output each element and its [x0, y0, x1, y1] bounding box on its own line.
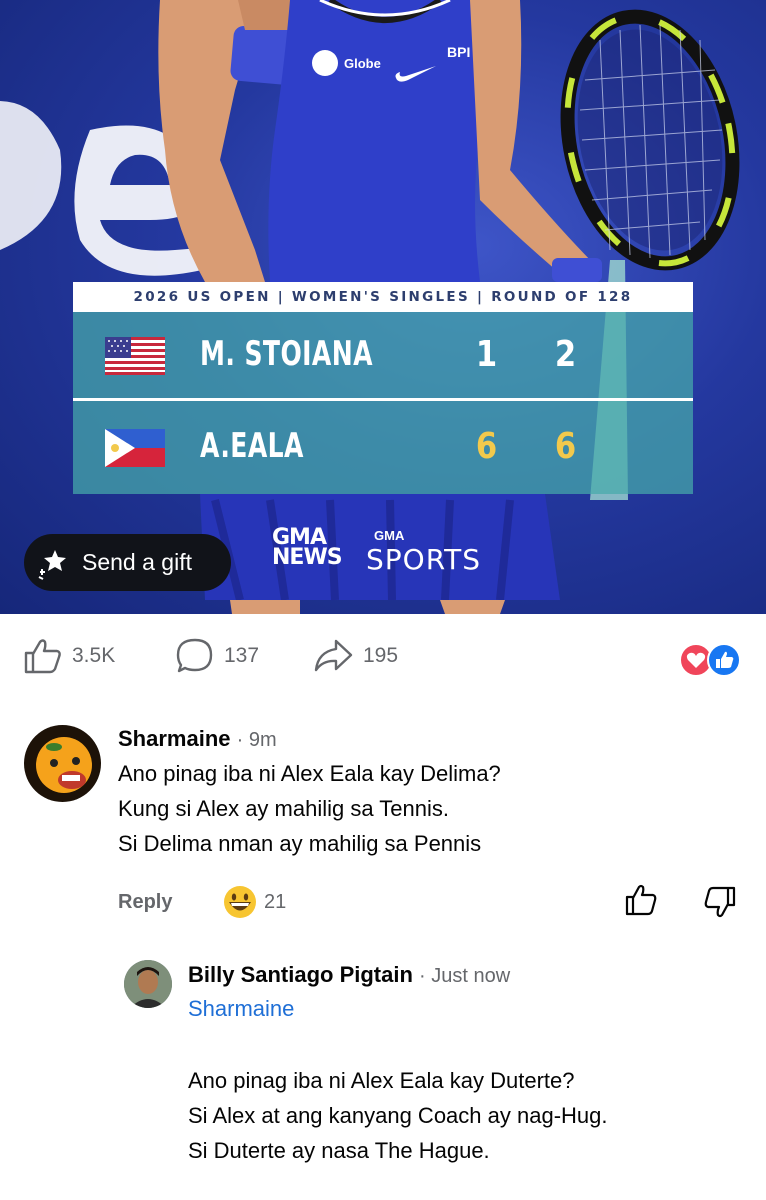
avatar-image [36, 737, 92, 793]
comment-line: Ano pinag iba ni Alex Eala kay Delima? [118, 761, 501, 786]
scoreboard-body [73, 312, 693, 494]
comment-button[interactable]: 137 [176, 638, 259, 674]
avatar[interactable] [124, 960, 172, 1008]
comment-author[interactable]: Billy Santiago Pigtain · Just now [188, 962, 510, 988]
comment-time: · 9m [236, 729, 277, 751]
nike-swoosh-icon [395, 66, 436, 82]
philippines-flag-icon [105, 429, 165, 467]
scoreboard: 2026 US OPEN | WOMEN'S SINGLES | ROUND O… [73, 282, 693, 494]
avatar[interactable] [24, 725, 101, 802]
downvote-thumb-icon[interactable] [704, 886, 736, 918]
thumbs-up-icon [24, 639, 61, 674]
comment-line: Ano pinag iba ni Alex Eala kay Duterte? [188, 1068, 575, 1093]
share-arrow-icon [314, 639, 353, 672]
gma-news-bottom: NEWS [272, 545, 343, 570]
comment-author-name[interactable]: Sharmaine [118, 726, 231, 751]
player-name: M. STOIANA [200, 334, 373, 374]
avatar-image [124, 960, 172, 1008]
sponsor-bpi: BPI [447, 44, 471, 60]
set2-score: 2 [554, 334, 577, 375]
share-count: 195 [363, 644, 399, 667]
send-gift-button[interactable]: Send a gift [24, 534, 231, 591]
comment-text: Ano pinag iba ni Alex Eala kay Duterte? … [188, 1063, 608, 1168]
comment-line: Kung si Alex ay mahilig sa Tennis. [118, 796, 449, 821]
set1-score: 6 [475, 426, 498, 467]
comment-line: Si Duterte ay nasa The Hague. [188, 1138, 490, 1163]
comment-text: Ano pinag iba ni Alex Eala kay Delima? K… [118, 756, 501, 861]
like-button[interactable]: 3.5K [24, 638, 115, 674]
comment-author[interactable]: Sharmaine · 9m [118, 726, 277, 752]
comment-reaction-count: 21 [264, 891, 287, 913]
reply-button[interactable]: Reply [118, 891, 172, 914]
globe-logo-icon [312, 50, 338, 76]
post-actions-bar: 3.5K 137 195 [0, 614, 766, 706]
comment-time: · Just now [419, 965, 511, 987]
comment-author-name[interactable]: Billy Santiago Pigtain [188, 962, 413, 987]
comment-bubble-icon [176, 638, 213, 673]
gma-sports-bottom: SPORTS [366, 543, 481, 576]
gma-sports-logo: GMA SPORTS [366, 528, 481, 576]
scoreboard-divider [73, 398, 693, 401]
gift-sparkle-icon [38, 549, 66, 580]
send-gift-label: Send a gift [82, 549, 192, 575]
gma-news-logo: GMA NEWS [272, 527, 343, 570]
comment-line: Si Delima nman ay mahilig sa Pennis [118, 831, 482, 856]
scoreboard-title: 2026 US OPEN | WOMEN'S SINGLES | ROUND O… [133, 289, 633, 305]
post-image[interactable]: 2026 US OPEN | WOMEN'S SINGLES | ROUND O… [0, 0, 766, 614]
sponsor-label: Globe [344, 55, 381, 71]
share-button[interactable]: 195 [313, 638, 398, 674]
reaction-summary[interactable] [679, 642, 743, 678]
gma-logos: GMA NEWS GMA SPORTS [270, 520, 550, 584]
gma-sports-top: GMA [374, 528, 405, 543]
comment-count: 137 [224, 644, 260, 667]
comment-line: Si Alex at ang kanyang Coach ay nag-Hug. [188, 1103, 608, 1128]
scoreboard-header: 2026 US OPEN | WOMEN'S SINGLES | ROUND O… [73, 282, 693, 312]
grinning-emoji-icon[interactable] [223, 885, 257, 919]
sponsor-globe: Globe [312, 50, 381, 76]
upvote-thumb-icon[interactable] [625, 884, 657, 916]
usa-flag-icon [105, 337, 165, 375]
set2-score: 6 [554, 426, 577, 467]
like-count: 3.5K [72, 644, 116, 667]
set1-score: 1 [475, 334, 498, 375]
player-name: A.EALA [200, 426, 304, 466]
mention-link[interactable]: Sharmaine [188, 996, 294, 1022]
